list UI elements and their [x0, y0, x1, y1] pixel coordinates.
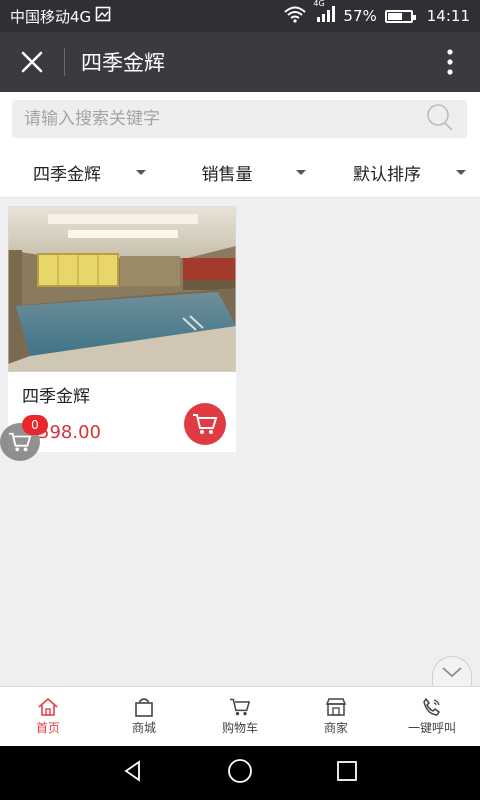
app-screen: 中国移动4G 4G 57% 14:11 四季金辉 请输入搜索关键字 四季金辉 销…	[0, 0, 480, 800]
title-bar: 四季金辉	[0, 32, 480, 92]
search-box	[12, 100, 467, 138]
image-notification-icon	[95, 6, 111, 26]
nav-cart[interactable]: 购物车	[192, 687, 288, 746]
nav-mall[interactable]: 商城	[96, 687, 192, 746]
carrier-label: 中国移动4G	[10, 7, 92, 26]
store-icon	[325, 698, 347, 716]
nav-mall-label: 商城	[131, 721, 156, 735]
carrier-info: 中国移动4G	[10, 6, 283, 27]
home-circle-icon[interactable]	[227, 758, 253, 788]
scroll-toggle-button[interactable]	[432, 656, 472, 688]
filter-bar: 四季金辉 销售量 默认排序	[0, 148, 480, 198]
close-button[interactable]	[0, 32, 64, 92]
dropdown-caret-icon	[136, 170, 146, 175]
battery-percent: 57%	[343, 7, 377, 25]
cart-icon	[230, 698, 251, 716]
search-input[interactable]	[24, 109, 425, 129]
nav-home-label: 首页	[35, 721, 60, 735]
more-menu-button[interactable]	[420, 32, 480, 92]
product-image[interactable]	[8, 206, 236, 372]
cart-icon	[193, 414, 218, 434]
network-tag: 4G	[313, 0, 325, 8]
bag-icon	[135, 698, 153, 717]
nav-merchant[interactable]: 商家	[288, 687, 384, 746]
search-icon[interactable]	[425, 102, 455, 136]
dropdown-caret-icon	[456, 170, 466, 175]
more-vertical-icon	[447, 49, 453, 75]
search-bar	[0, 92, 480, 148]
status-right: 4G 57% 14:11	[283, 0, 470, 27]
phone-icon	[423, 697, 441, 716]
bottom-nav: 首页 商城 购物车 商家 一键呼叫	[0, 686, 480, 746]
filter-category-label: 四季金辉	[33, 165, 101, 185]
chevron-down-icon	[442, 667, 462, 678]
filter-sales-label: 销售量	[201, 165, 253, 185]
close-icon	[21, 51, 43, 73]
clock: 14:11	[426, 7, 470, 25]
page-title: 四季金辉	[81, 51, 165, 75]
dropdown-caret-icon	[296, 170, 306, 175]
filter-sort[interactable]: 默认排序	[320, 148, 480, 197]
back-icon[interactable]	[121, 759, 145, 787]
floating-cart-button[interactable]: 0	[0, 415, 48, 461]
filter-sort-label: 默认排序	[353, 165, 421, 185]
home-icon	[38, 697, 58, 716]
battery-icon	[384, 9, 416, 23]
wifi-icon	[283, 5, 307, 27]
filter-sales[interactable]: 销售量	[160, 148, 320, 197]
product-name[interactable]: 四季金辉	[22, 382, 90, 407]
nav-home[interactable]: 首页	[0, 687, 96, 746]
recents-icon[interactable]	[335, 759, 359, 787]
nav-call[interactable]: 一键呼叫	[384, 687, 480, 746]
nav-cart-label: 购物车	[221, 721, 258, 735]
filter-category[interactable]: 四季金辉	[0, 148, 160, 197]
add-to-cart-button[interactable]	[184, 403, 226, 445]
status-bar: 中国移动4G 4G 57% 14:11	[0, 0, 480, 32]
nav-call-label: 一键呼叫	[407, 721, 456, 735]
signal-icon: 4G	[313, 0, 336, 27]
nav-merchant-label: 商家	[323, 721, 348, 735]
system-nav-bar	[0, 746, 480, 800]
cart-count-badge: 0	[22, 415, 48, 435]
